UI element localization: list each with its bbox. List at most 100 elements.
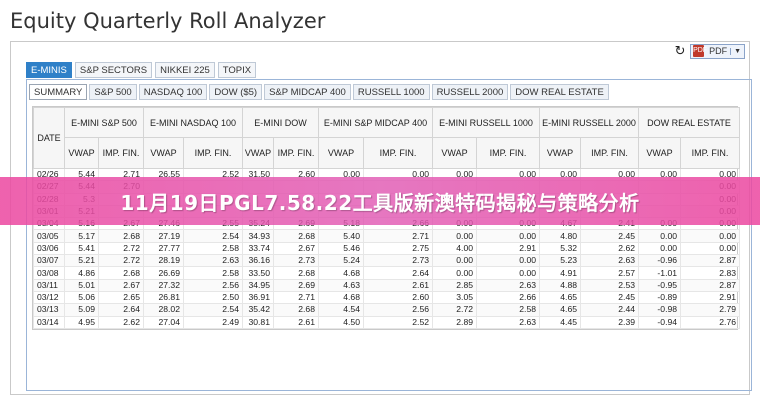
table-cell: 28.19 [143,254,184,268]
column-header-imp-fin[interactable]: IMP. FIN. [680,137,741,169]
table-cell: 2.63 [580,254,640,268]
column-group-e-mini-s-p-500: E-MINI S&P 500 [64,107,144,138]
table-cell: 2.45 [580,229,640,243]
column-group-e-mini-russell-1000: E-MINI RUSSELL 1000 [432,107,541,138]
table-cell: 2.64 [362,266,434,280]
table-cell: 4.54 [318,303,364,317]
column-group-dow-real-estate: DOW REAL ESTATE [638,107,741,138]
toolbar: ↻ PDF PDF ▼ [673,43,745,59]
table-cell: -0.96 [638,254,682,268]
row-date-cell: 03/12 [33,290,65,305]
table-cell: 5.32 [539,241,582,256]
tab-summary[interactable]: SUMMARY [29,84,88,100]
column-header-vwap[interactable]: VWAP [143,137,184,169]
table-cell: 2.91 [680,290,741,305]
table-cell: 2.61 [273,315,319,329]
table-cell: 2.72 [432,303,478,317]
table-cell: 2.54 [183,303,243,317]
table-cell: 2.62 [98,315,144,329]
table-cell: 2.68 [98,266,144,280]
table-cell: 2.68 [273,266,319,280]
table-cell: 2.67 [98,278,144,292]
table-cell: 2.54 [183,229,243,243]
table-cell: 2.64 [98,303,144,317]
table-cell: 26.69 [143,266,184,280]
tab-e-minis[interactable]: E-MINIS [26,62,72,78]
table-row: 03/08 4.86 2.68 26.69 2.58 33.50 2.68 4.68 2.64 0… [33,266,741,280]
table-cell: -1.01 [638,266,682,280]
tab-nikkei-225[interactable]: NIKKEI 225 [155,62,215,78]
row-date-cell: 03/05 [33,229,65,243]
table-cell: 2.56 [362,303,434,317]
chevron-down-icon[interactable]: ▼ [730,47,744,55]
table-cell: 4.68 [318,266,364,280]
column-header-vwap[interactable]: VWAP [539,137,582,169]
table-cell: 35.42 [242,303,274,317]
column-header-vwap[interactable]: VWAP [242,137,274,169]
table-row: 03/13 5.09 2.64 28.02 2.54 35.42 2.68 4.54 2.56 2… [33,303,741,317]
tab-russell-1000[interactable]: RUSSELL 1000 [352,84,430,100]
table-cell: 4.65 [539,303,582,317]
tab-dow-5[interactable]: DOW ($5) [209,84,263,100]
tab-russell-2000[interactable]: RUSSELL 2000 [431,84,509,100]
table-cell: 5.01 [64,278,99,292]
table-cell: 28.02 [143,303,184,317]
table-cell: 2.87 [680,278,741,292]
table-cell: 27.04 [143,315,184,329]
table-cell: 2.58 [476,303,541,317]
column-header-imp-fin[interactable]: IMP. FIN. [183,137,243,169]
table-cell: 2.69 [273,278,319,292]
table-cell: 4.95 [64,315,99,329]
tab-panel: SUMMARY S&P 500 NASDAQ 100 DOW ($5) S&P MIDC… [26,79,752,391]
column-header-imp-fin[interactable]: IMP. FIN. [98,137,144,169]
table-cell: 2.63 [476,315,541,329]
table-cell: 2.58 [183,241,243,256]
tab-s-p-500[interactable]: S&P 500 [89,84,137,100]
table-cell: 2.79 [680,303,741,317]
table-cell: 2.45 [580,290,640,305]
table-cell: 2.63 [183,254,243,268]
column-header-imp-fin[interactable]: IMP. FIN. [476,137,541,169]
table-row: 03/05 5.17 2.68 27.19 2.54 34.93 2.68 5.40 2.71 0… [33,229,741,243]
table-cell: 2.57 [580,266,640,280]
table-cell: 34.93 [242,229,274,243]
column-header-vwap[interactable]: VWAP [432,137,478,169]
refresh-icon[interactable]: ↻ [673,44,687,58]
column-header-vwap[interactable]: VWAP [318,137,364,169]
table-cell: 5.24 [318,254,364,268]
column-header-date[interactable]: DATE [33,107,65,169]
table-cell: 5.21 [64,254,99,268]
table-cell: 2.63 [476,278,541,292]
table-cell: 2.76 [680,315,741,329]
table-cell: 2.75 [362,241,434,256]
table-cell: 2.39 [580,315,640,329]
table-cell: -0.98 [638,303,682,317]
pdf-export-button[interactable]: PDF PDF ▼ [690,43,745,59]
table-cell: 2.67 [273,241,319,256]
table-cell: 27.32 [143,278,184,292]
table-cell: 2.66 [476,290,541,305]
row-date-cell: 03/11 [33,278,65,292]
table-cell: 5.09 [64,303,99,317]
table-cell: 2.68 [98,229,144,243]
table-cell: 0.00 [680,229,741,243]
tab-dow-real-estate[interactable]: DOW REAL ESTATE [510,84,609,100]
table-cell: 4.68 [318,290,364,305]
tab-s-p-midcap-400[interactable]: S&P MIDCAP 400 [264,84,351,100]
column-group-e-mini-dow: E-MINI DOW [242,107,319,138]
table-sub-header-row: VWAP IMP. FIN. VWAP IMP. FIN. VWAP IMP. FIN. V… [34,137,741,169]
column-header-imp-fin[interactable]: IMP. FIN. [362,137,434,169]
column-header-imp-fin[interactable]: IMP. FIN. [580,137,640,169]
tab-nasdaq-100[interactable]: NASDAQ 100 [138,84,208,100]
pdf-button-label: PDF [709,46,728,56]
tab-s-p-sectors[interactable]: S&P SECTORS [74,62,153,78]
tab-topix[interactable]: TOPIX [217,62,257,78]
table-cell: -0.95 [638,278,682,292]
column-header-vwap[interactable]: VWAP [638,137,682,169]
table-cell: 2.44 [580,303,640,317]
table-cell: 2.56 [183,278,243,292]
column-header-vwap[interactable]: VWAP [64,137,99,169]
table-cell: 2.73 [362,254,434,268]
table-row: 03/12 5.06 2.65 26.81 2.50 36.91 2.71 4.68 2.60 3… [33,290,741,305]
column-header-imp-fin[interactable]: IMP. FIN. [273,137,319,169]
